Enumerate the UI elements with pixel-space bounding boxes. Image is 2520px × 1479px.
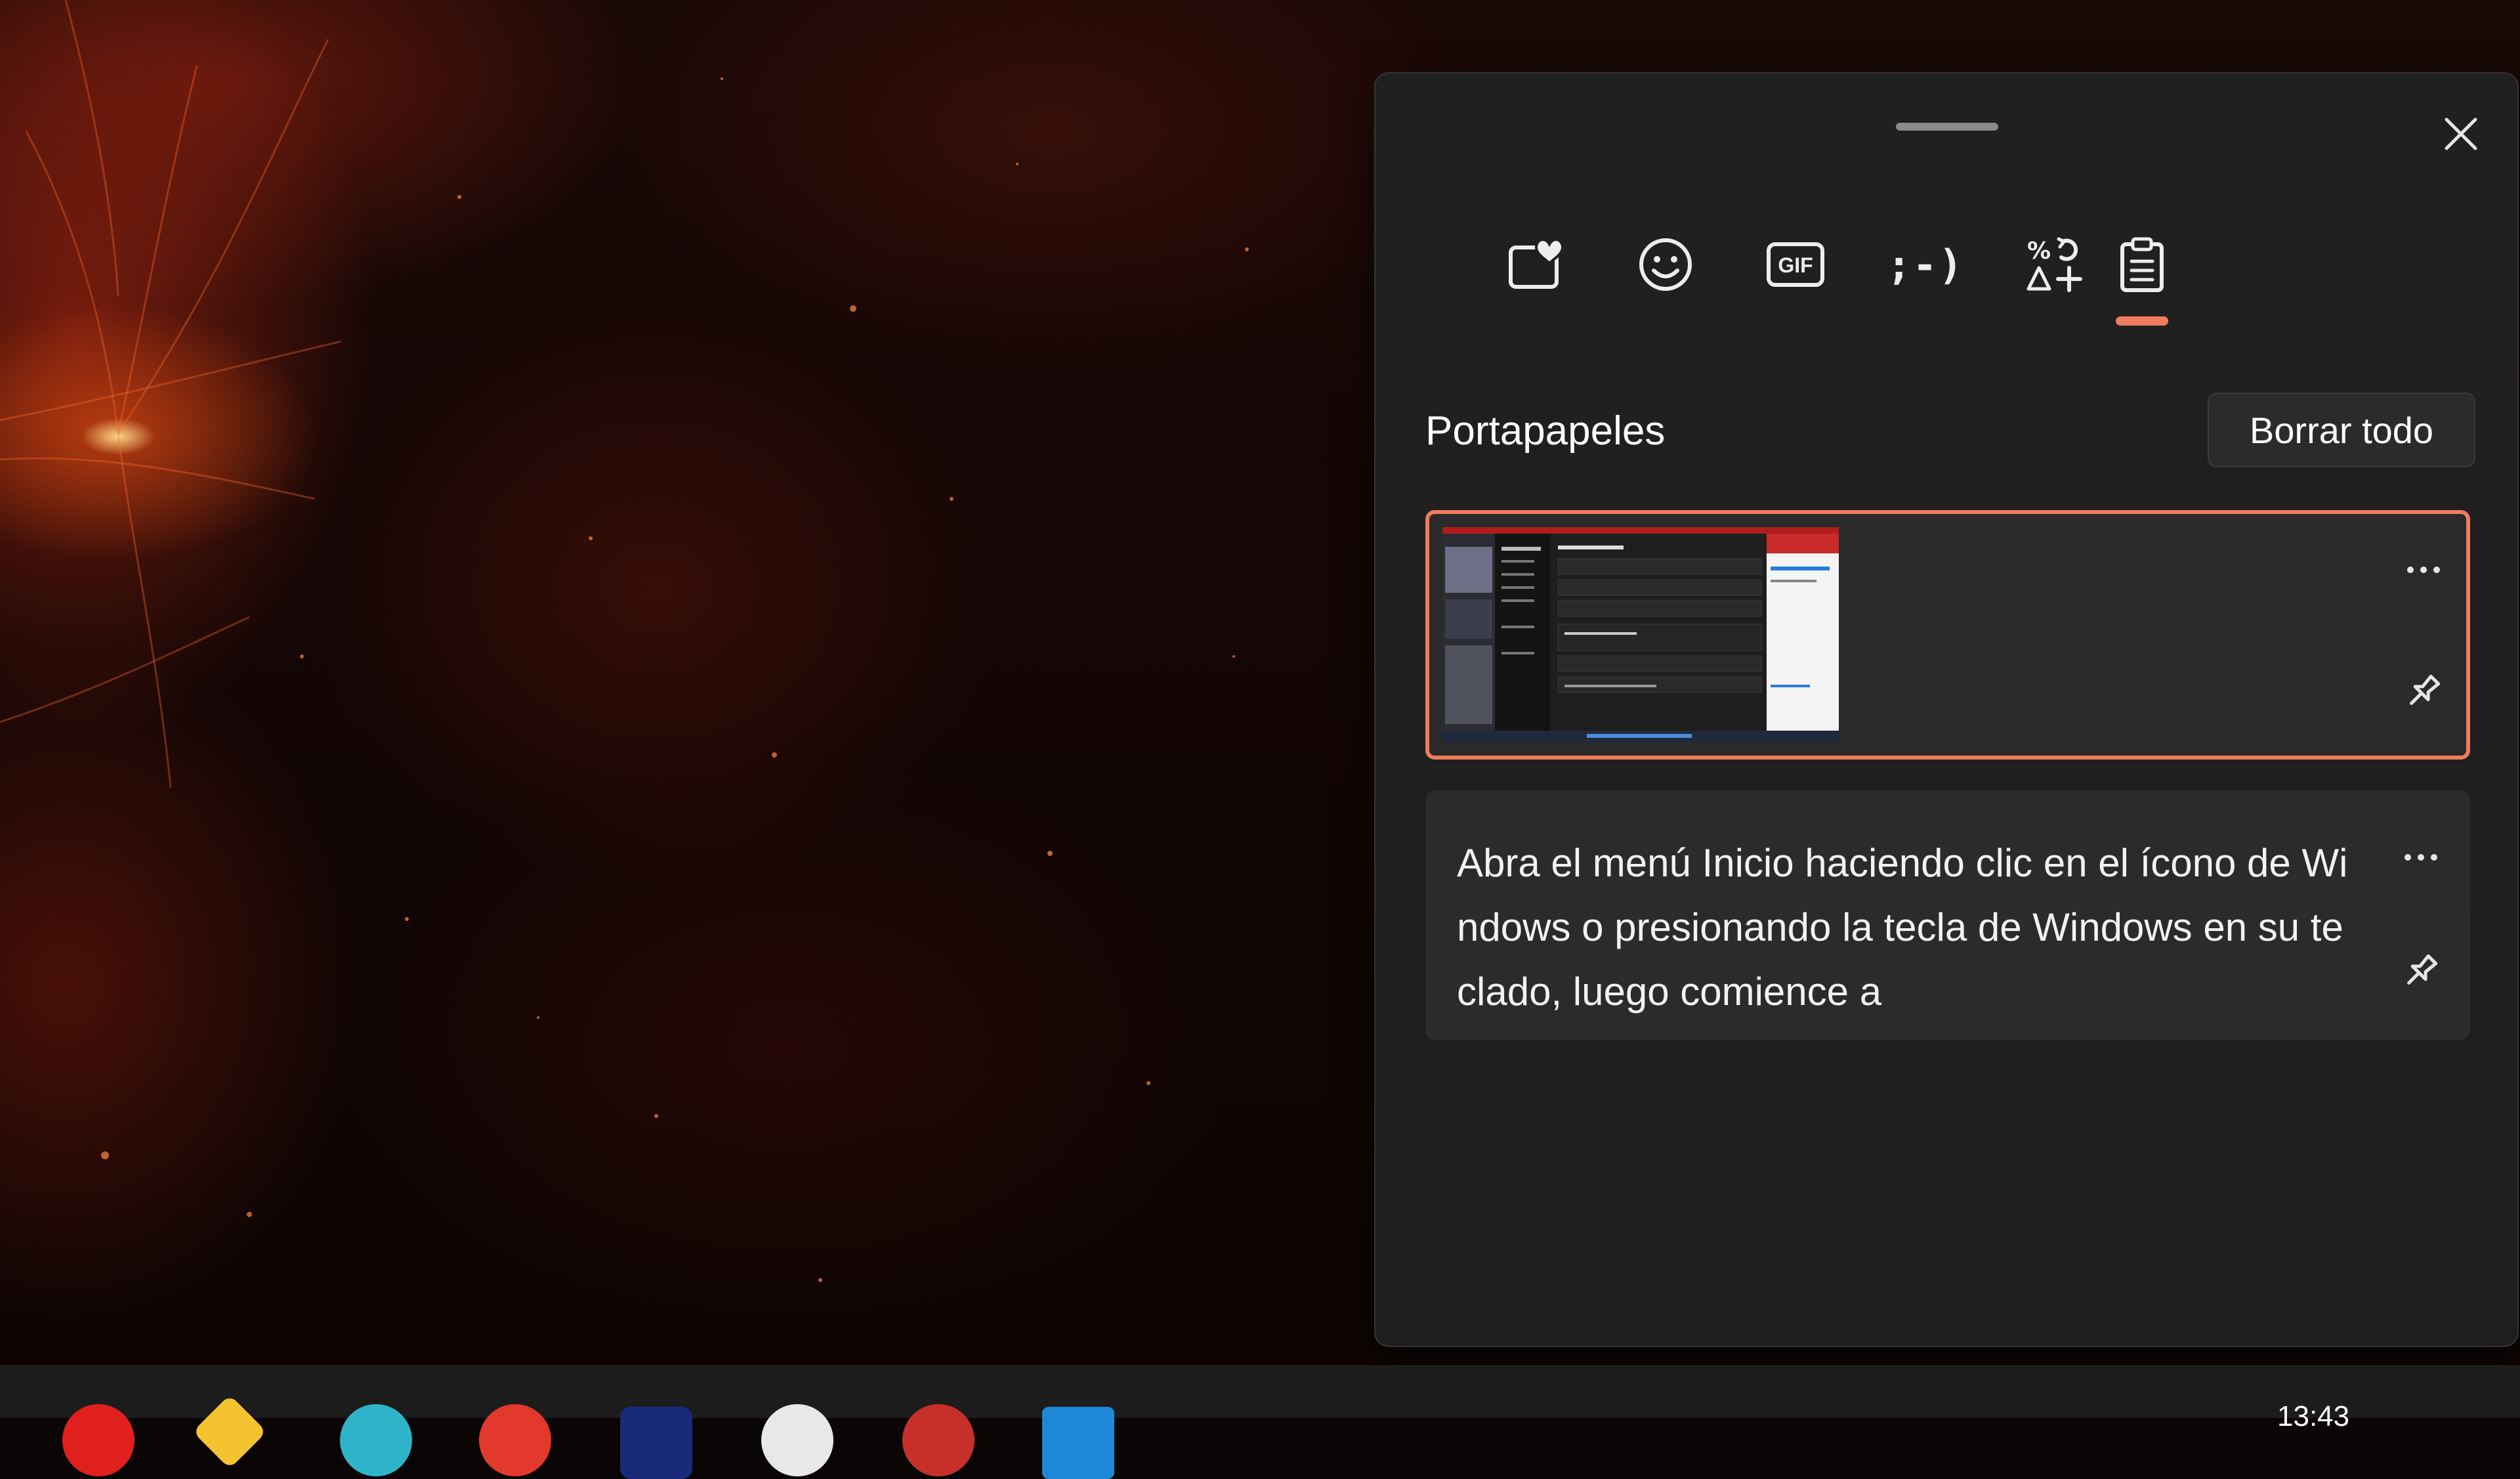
drag-handle[interactable] bbox=[1896, 123, 1998, 131]
clipboard-item-text[interactable]: Abra el menú Inicio haciendo clic en el … bbox=[1425, 790, 2470, 1040]
close-icon bbox=[2445, 118, 2477, 150]
smiley-icon bbox=[1639, 238, 1692, 291]
more-options-button[interactable] bbox=[2394, 550, 2453, 589]
pin-icon bbox=[2407, 954, 2438, 985]
wallpaper-particles bbox=[0, 0, 1249, 1282]
screenshot-thumbnail-image bbox=[1442, 527, 1839, 742]
more-icon bbox=[2407, 567, 2440, 573]
opera-icon[interactable] bbox=[62, 1404, 135, 1476]
tab-symbols[interactable]: % bbox=[2009, 222, 2101, 307]
gif-icon: GIF bbox=[1767, 242, 1824, 287]
more-icon bbox=[2404, 854, 2437, 861]
svg-text:%: % bbox=[2027, 238, 2051, 265]
more-options-button[interactable] bbox=[2391, 838, 2450, 877]
clear-all-button[interactable]: Borrar todo bbox=[2208, 393, 2475, 467]
file-explorer-icon[interactable] bbox=[192, 1394, 267, 1469]
tab-clipboard[interactable] bbox=[2096, 222, 2188, 307]
symbols-icon: % bbox=[2026, 237, 2082, 292]
taskbar: 13:43 bbox=[0, 1365, 2520, 1479]
close-button[interactable] bbox=[2428, 101, 2494, 167]
tab-gif[interactable]: GIF bbox=[1750, 222, 1841, 307]
tab-emoji[interactable] bbox=[1620, 222, 1712, 307]
clipboard-panel: GIF ;-) % Portapapeles Borrar todo Abra … bbox=[1374, 72, 2519, 1347]
clipboard-text-content: Abra el menú Inicio haciendo clic en el … bbox=[1457, 841, 2348, 1014]
clipboard-image-thumbnail bbox=[1442, 527, 1839, 742]
app-white-icon[interactable] bbox=[761, 1404, 833, 1476]
favorites-heart-icon bbox=[1509, 238, 1564, 289]
pin-button[interactable] bbox=[2391, 941, 2450, 1000]
taskbar-clock[interactable]: 13:43 bbox=[2277, 1400, 2349, 1433]
svg-text:GIF: GIF bbox=[1778, 253, 1813, 277]
section-title: Portapapeles bbox=[1425, 408, 1666, 454]
app-red-icon[interactable] bbox=[479, 1404, 551, 1476]
edge-icon[interactable] bbox=[340, 1404, 412, 1476]
clipboard-icon bbox=[2120, 237, 2164, 292]
kaomoji-icon: ;-) bbox=[1887, 240, 1964, 289]
selected-tab-indicator bbox=[2116, 316, 2168, 326]
clipboard-item-image[interactable] bbox=[1425, 510, 2470, 760]
pin-button[interactable] bbox=[2394, 662, 2453, 721]
pin-icon bbox=[2410, 674, 2441, 705]
tab-kaomoji[interactable]: ;-) bbox=[1880, 222, 1971, 307]
app-avatar-icon[interactable] bbox=[902, 1404, 975, 1476]
tab-favorites[interactable] bbox=[1490, 222, 1582, 307]
